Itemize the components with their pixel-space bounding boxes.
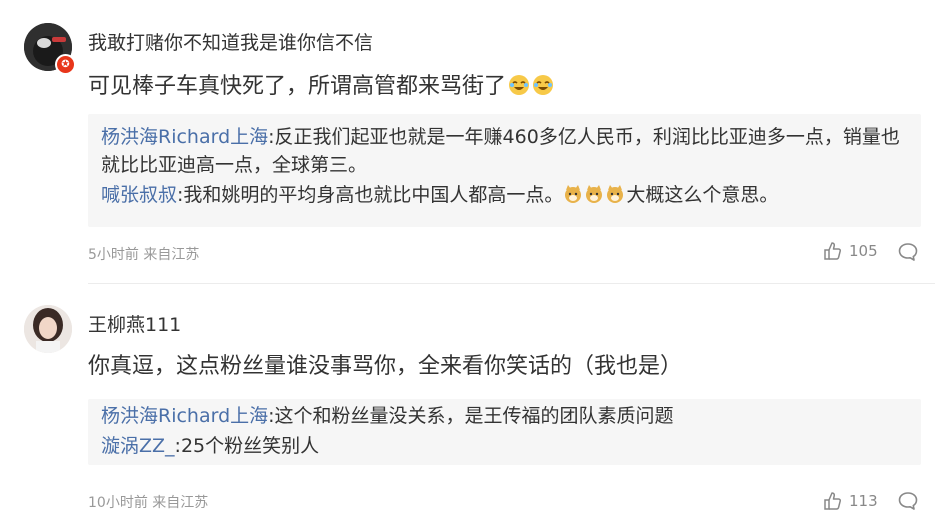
- comment-text: 你真逗，这点粉丝量谁没事骂你，全来看你笑话的（我也是）: [88, 354, 683, 379]
- reply-author[interactable]: 杨洪海Richard上海: [101, 405, 268, 427]
- like-button[interactable]: 113: [823, 491, 878, 511]
- reply-text: :我和姚明的平均身高也就比中国人都高一点。: [177, 184, 564, 206]
- like-count: 113: [849, 492, 878, 510]
- reply-button[interactable]: [897, 490, 919, 512]
- reply-author[interactable]: 喊张叔叔: [101, 184, 177, 206]
- reply-list: 杨洪海Richard上海:这个和粉丝量没关系，是王传福的团队素质问题 漩涡ZZ_…: [88, 399, 921, 465]
- reply-text: :25个粉丝笑别人: [174, 435, 320, 457]
- reply-author[interactable]: 漩涡ZZ_: [101, 435, 175, 457]
- comment-item: 王柳燕111 你真逗，这点粉丝量谁没事骂你，全来看你笑话的（我也是） 杨洪海Ri…: [0, 284, 935, 530]
- username[interactable]: 我敢打赌你不知道我是谁你信不信: [88, 28, 373, 55]
- avatar[interactable]: [24, 305, 72, 353]
- comment-meta: 5小时前 来自江苏: [88, 247, 200, 263]
- comment-icon: [898, 492, 918, 510]
- comment-text: 可见棒子车真快死了，所谓高管都来骂街了: [88, 68, 554, 100]
- reply-button[interactable]: [897, 241, 919, 263]
- reply-item: 杨洪海Richard上海:反正我们起亚也就是一年赚460多亿人民币，利润比比亚迪…: [101, 123, 909, 179]
- thumbs-up-icon: [824, 242, 842, 260]
- doge-emoji-icon: [584, 184, 604, 204]
- reply-text: :这个和粉丝量没关系，是王传福的团队素质问题: [268, 405, 674, 427]
- like-count: 105: [849, 242, 878, 260]
- doge-emoji-icon: [563, 184, 583, 204]
- reply-list: 杨洪海Richard上海:反正我们起亚也就是一年赚460多亿人民币，利润比比亚迪…: [88, 114, 921, 227]
- comment-meta: 10小时前 来自江苏: [88, 495, 209, 511]
- verified-badge-icon: ✪: [55, 54, 76, 75]
- laughing-emoji-icon: [532, 74, 554, 96]
- reply-item: 漩涡ZZ_:25个粉丝笑别人: [101, 432, 909, 460]
- laughing-emoji-icon: [508, 74, 530, 96]
- reply-text-tail: 大概这么个意思。: [626, 184, 779, 206]
- comment-item: ✪ 我敢打赌你不知道我是谁你信不信 可见棒子车真快死了，所谓高管都来骂街了 杨洪…: [0, 0, 935, 283]
- reply-item: 杨洪海Richard上海:这个和粉丝量没关系，是王传福的团队素质问题: [101, 402, 909, 430]
- thumbs-up-icon: [824, 492, 842, 510]
- comment-icon: [898, 243, 918, 261]
- reply-item: 喊张叔叔:我和姚明的平均身高也就比中国人都高一点。 大概这么个意思。: [101, 181, 909, 209]
- like-button[interactable]: 105: [823, 241, 878, 261]
- doge-emoji-icon: [605, 184, 625, 204]
- username[interactable]: 王柳燕111: [88, 310, 181, 337]
- reply-author[interactable]: 杨洪海Richard上海: [101, 126, 268, 148]
